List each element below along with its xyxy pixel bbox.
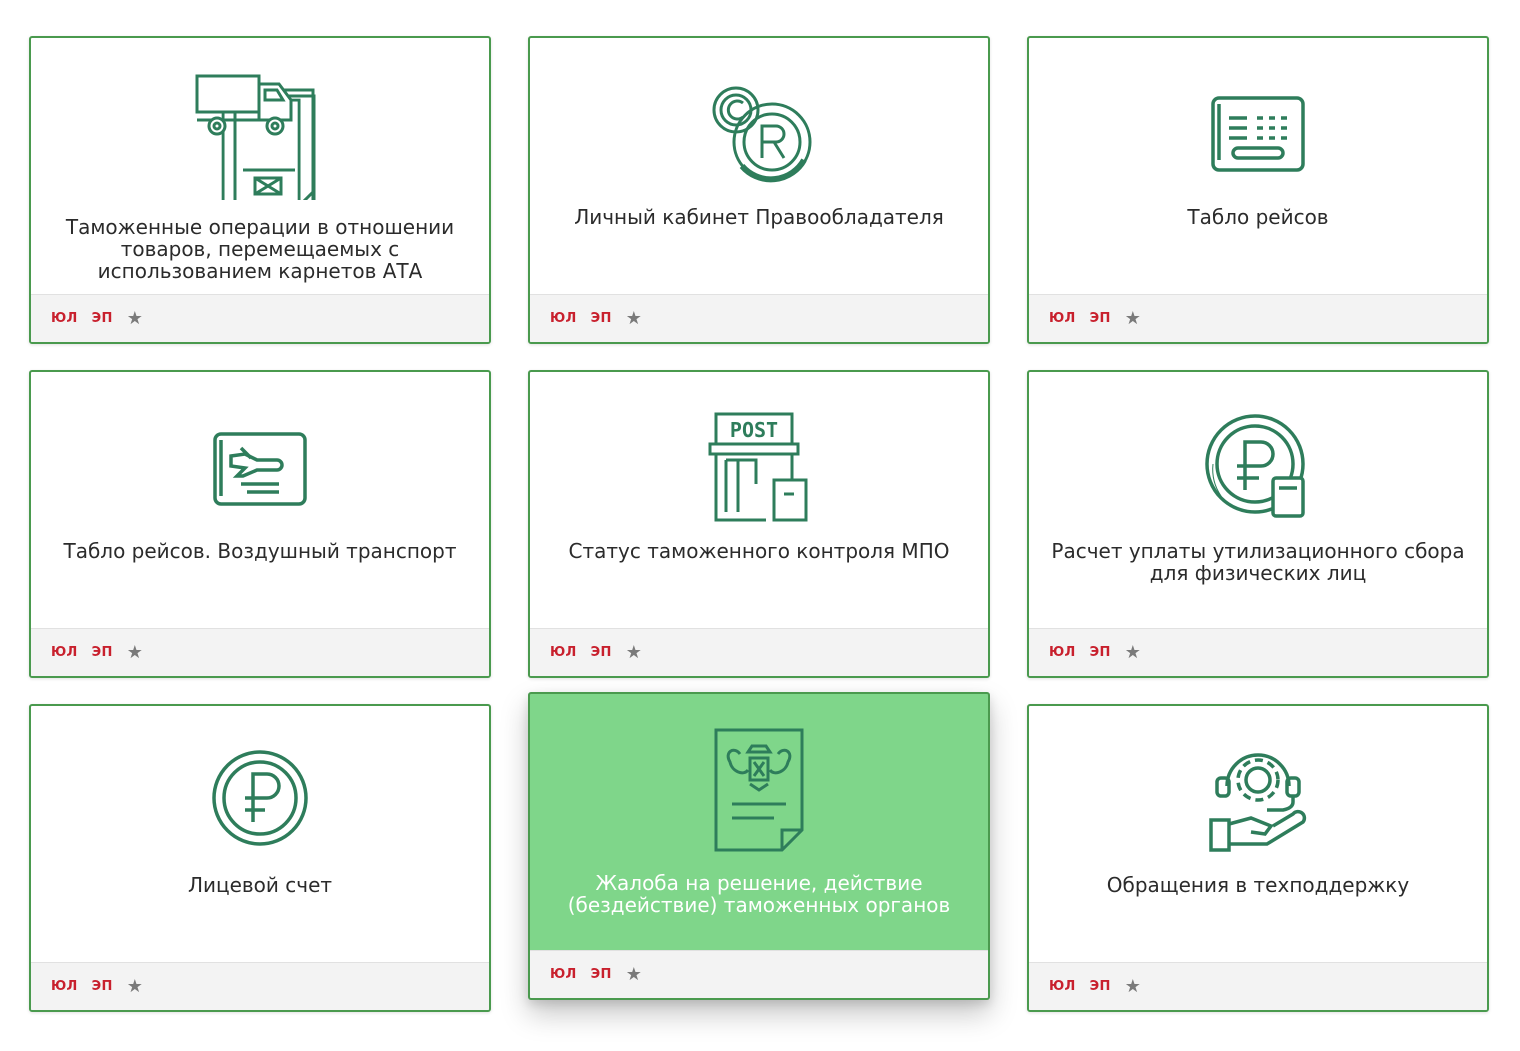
card-footer: ЮЛ ЭП ★: [31, 962, 489, 1010]
star-icon[interactable]: ★: [1125, 643, 1141, 662]
badge-legal-entity: ЮЛ: [550, 645, 577, 660]
service-card-flight-board[interactable]: Табло рейсов ЮЛ ЭП ★: [1027, 36, 1489, 344]
service-card-mpo-status[interactable]: POST Статус таможенного контроля МПО ЮЛ …: [528, 370, 990, 678]
badge-electronic-signature: ЭП: [1089, 979, 1111, 994]
card-title: Табло рейсов. Воздушный транспорт: [63, 539, 457, 563]
badge-electronic-signature: ЭП: [91, 311, 113, 326]
airplane-board-icon: [195, 404, 325, 534]
svg-text:POST: POST: [730, 418, 778, 442]
post-office-icon: POST: [694, 404, 824, 534]
service-card-ata-carnet[interactable]: Таможенные операции в отношении товаров,…: [29, 36, 491, 344]
card-title: Лицевой счет: [187, 873, 333, 897]
card-footer: ЮЛ ЭП ★: [530, 628, 988, 676]
star-icon[interactable]: ★: [626, 309, 642, 328]
copyright-trademark-icon: [694, 70, 824, 200]
service-card-recycling-fee[interactable]: Расчет уплаты утилизационного сбора для …: [1027, 370, 1489, 678]
card-title: Личный кабинет Правообладателя: [574, 205, 944, 229]
star-icon[interactable]: ★: [127, 309, 143, 328]
card-title: Обращения в техподдержку: [1106, 873, 1410, 897]
card-footer: ЮЛ ЭП ★: [1029, 294, 1487, 342]
card-footer: ЮЛ ЭП ★: [1029, 962, 1487, 1010]
card-title: Расчет уплаты утилизационного сбора для …: [1051, 539, 1465, 585]
badge-electronic-signature: ЭП: [590, 645, 612, 660]
badge-electronic-signature: ЭП: [1089, 645, 1111, 660]
card-title: Табло рейсов: [1187, 205, 1329, 229]
badge-legal-entity: ЮЛ: [1049, 979, 1076, 994]
service-card-complaint[interactable]: Жалоба на решение, действие (бездействие…: [528, 692, 990, 1000]
card-footer: ЮЛ ЭП ★: [31, 628, 489, 676]
star-icon[interactable]: ★: [626, 643, 642, 662]
service-card-rightholder-cabinet[interactable]: Личный кабинет Правообладателя ЮЛ ЭП ★: [528, 36, 990, 344]
star-icon[interactable]: ★: [127, 977, 143, 996]
card-footer: ЮЛ ЭП ★: [530, 294, 988, 342]
service-card-tech-support[interactable]: Обращения в техподдержку ЮЛ ЭП ★: [1027, 704, 1489, 1012]
star-icon[interactable]: ★: [127, 643, 143, 662]
support-gear-icon: [1193, 738, 1323, 868]
star-icon[interactable]: ★: [1125, 309, 1141, 328]
star-icon[interactable]: ★: [626, 965, 642, 984]
complaint-document-icon: [694, 726, 824, 856]
service-card-air-flight-board[interactable]: Табло рейсов. Воздушный транспорт ЮЛ ЭП …: [29, 370, 491, 678]
service-card-personal-account[interactable]: Лицевой счет ЮЛ ЭП ★: [29, 704, 491, 1012]
card-footer: ЮЛ ЭП ★: [1029, 628, 1487, 676]
badge-electronic-signature: ЭП: [91, 979, 113, 994]
card-title: Жалоба на решение, действие (бездействие…: [567, 871, 951, 917]
card-footer: ЮЛ ЭП ★: [530, 950, 988, 998]
badge-legal-entity: ЮЛ: [51, 645, 78, 660]
badge-electronic-signature: ЭП: [590, 967, 612, 982]
truck-document-icon: [195, 70, 325, 200]
ruble-coin-icon: [195, 738, 325, 868]
badge-electronic-signature: ЭП: [1089, 311, 1111, 326]
badge-legal-entity: ЮЛ: [51, 979, 78, 994]
badge-electronic-signature: ЭП: [91, 645, 113, 660]
card-title: Статус таможенного контроля МПО: [568, 539, 950, 563]
badge-electronic-signature: ЭП: [590, 311, 612, 326]
services-grid: Таможенные операции в отношении товаров,…: [0, 0, 1520, 1051]
badge-legal-entity: ЮЛ: [550, 311, 577, 326]
badge-legal-entity: ЮЛ: [1049, 645, 1076, 660]
badge-legal-entity: ЮЛ: [550, 967, 577, 982]
card-footer: ЮЛ ЭП ★: [31, 294, 489, 342]
ruble-calculator-icon: [1193, 404, 1323, 534]
star-icon[interactable]: ★: [1125, 977, 1141, 996]
badge-legal-entity: ЮЛ: [1049, 311, 1076, 326]
flight-board-icon: [1193, 70, 1323, 200]
card-title: Таможенные операции в отношении товаров,…: [65, 215, 455, 283]
badge-legal-entity: ЮЛ: [51, 311, 78, 326]
